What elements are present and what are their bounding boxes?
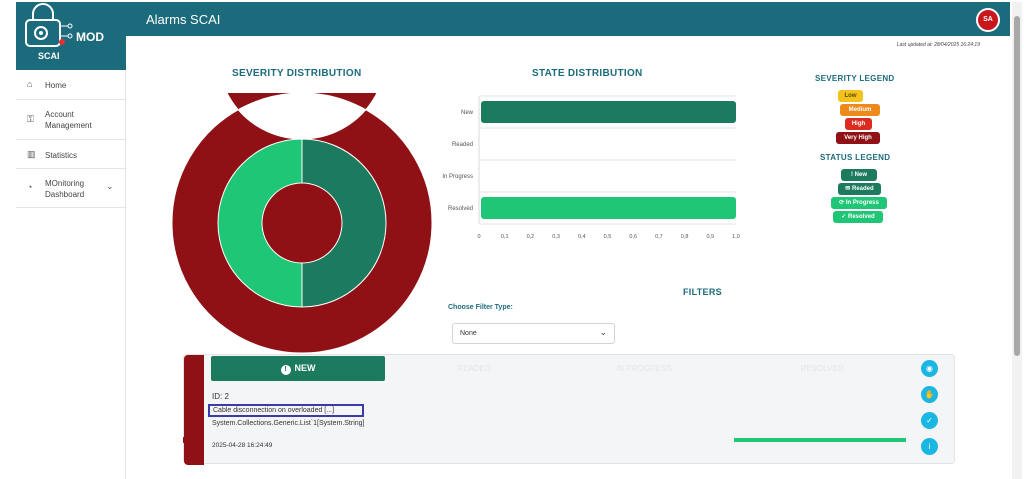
main-content: Last updated at: 28/04/2025 16:24:19 SEV…	[126, 36, 1010, 479]
chevron-down-icon[interactable]: ⌄	[106, 181, 114, 192]
monitor-icon: ◔	[27, 182, 33, 192]
severity-badge-high: High	[845, 118, 872, 130]
filter-type-label: Choose Filter Type:	[448, 304, 513, 311]
x-tick-label: 0	[477, 234, 480, 240]
logo-text: MOD	[76, 30, 104, 44]
home-icon: ⌂	[27, 79, 33, 89]
severity-badge-very-high: Very High	[836, 132, 880, 144]
alarm-timestamp: 2025-04-28 16:24:49	[212, 442, 273, 449]
alarm-description[interactable]: Cable disconnection on overloaded [...]	[208, 404, 364, 417]
x-tick-label: 1,0	[732, 234, 740, 240]
x-tick-label: 0,6	[629, 234, 637, 240]
sidebar-item-home[interactable]: ⌂ Home	[16, 70, 126, 100]
info-button[interactable]: i	[921, 438, 938, 455]
hand-icon: ✋	[924, 390, 935, 399]
status-badge-new: ! New	[841, 169, 877, 181]
sync-icon: ⟳	[839, 200, 846, 206]
app-logo[interactable]: MOD SCAI	[16, 2, 126, 70]
status-badge-resolved: ✓ Resolved	[833, 211, 883, 223]
next-card-tab	[734, 438, 906, 442]
alarm-detail: System.Collections.Generic.List`1[System…	[212, 420, 365, 427]
y-tick-label: New	[461, 110, 474, 116]
severity-badge-medium: Medium	[840, 104, 880, 116]
bar-chart-icon: ▥	[27, 149, 36, 159]
chevron-down-icon: ⌄	[599, 327, 607, 337]
status-badge-label: New	[854, 172, 867, 178]
bar-resolved[interactable]	[481, 197, 736, 219]
page-scrollbar[interactable]	[1012, 2, 1022, 479]
alarm-card[interactable]: ! NEW READED IN PROGRESS RESOLVED ID: 2 C…	[183, 354, 955, 465]
x-tick-label: 0,1	[501, 234, 509, 240]
next-card-stripe	[183, 437, 203, 443]
tab-readed[interactable]: READED	[399, 356, 549, 381]
envelope-open-icon: ✉	[845, 186, 852, 192]
severity-legend-title: SEVERITY LEGEND	[815, 74, 895, 83]
y-tick-label: Resolved	[448, 206, 473, 212]
lock-circuit-icon	[25, 3, 73, 47]
eye-icon: ◉	[926, 364, 933, 373]
sidebar: ⌂ Home ⚿ Account Management ▥ Statistics…	[16, 70, 126, 479]
severity-badge-low: Low	[838, 90, 863, 102]
avatar[interactable]: SA	[976, 8, 1000, 32]
sidebar-item-label: Account Management	[45, 110, 92, 130]
bar-new[interactable]	[481, 101, 736, 123]
status-legend-title: STATUS LEGEND	[820, 153, 891, 162]
x-tick-label: 0,7	[655, 234, 663, 240]
logo-subtext: SCAI	[38, 51, 60, 61]
scrollbar-thumb[interactable]	[1014, 16, 1020, 356]
sidebar-item-monitoring-dashboard[interactable]: ◔ MOnitoring Dashboard ⌄	[16, 169, 126, 208]
state-bar-chart: New Readed In Progress Resolved 0 0,1 0,2 0,3 0,…	[442, 95, 740, 240]
status-badge-label: Resolved	[848, 214, 875, 220]
top-header: Alarms SCAI SA	[126, 2, 1010, 36]
filters-title: FILTERS	[683, 287, 722, 297]
x-tick-label: 0,5	[604, 234, 612, 240]
tab-new[interactable]: ! NEW	[211, 356, 385, 381]
x-tick-label: 0,3	[552, 234, 560, 240]
sidebar-item-label: Home	[45, 81, 67, 90]
x-tick-label: 0,8	[681, 234, 689, 240]
x-tick-label: 0,2	[527, 234, 535, 240]
sidebar-item-label: MOnitoring Dashboard	[45, 179, 85, 199]
status-badge-label: Readed	[852, 186, 874, 192]
exclamation-icon: !	[280, 365, 291, 375]
view-button[interactable]: ◉	[921, 360, 938, 377]
check-circle-icon: ✓	[841, 214, 848, 220]
filter-type-select[interactable]: None ⌄	[452, 323, 615, 344]
check-icon: ✓	[926, 416, 933, 425]
sidebar-item-label: Statistics	[45, 151, 78, 160]
take-charge-button[interactable]: ✋	[921, 386, 938, 403]
x-tick-label: 0,4	[578, 234, 586, 240]
tab-in-progress[interactable]: IN PROGRESS	[564, 356, 724, 381]
tab-new-label: NEW	[294, 363, 316, 373]
tab-resolved[interactable]: RESOLVED	[742, 356, 902, 381]
severity-donut-chart	[172, 93, 432, 353]
resolve-button[interactable]: ✓	[921, 412, 938, 429]
x-tick-label: 0,9	[706, 234, 714, 240]
user-lock-icon: ⚿	[27, 114, 34, 124]
severity-stripe	[184, 355, 204, 465]
status-badge-readed: ✉ Readed	[838, 183, 881, 195]
y-tick-label: In Progress	[442, 174, 473, 180]
sidebar-item-statistics[interactable]: ▥ Statistics	[16, 140, 126, 169]
y-tick-label: Readed	[452, 142, 473, 148]
info-icon: i	[928, 442, 931, 451]
status-badge-label: In Progress	[845, 200, 879, 206]
status-badge-in-progress: ⟳ In Progress	[831, 197, 887, 209]
state-distribution-title: STATE DISTRIBUTION	[532, 68, 643, 79]
sidebar-item-account-management[interactable]: ⚿ Account Management	[16, 100, 126, 140]
last-updated-text: Last updated at: 28/04/2025 16:24:19	[896, 42, 980, 48]
page-title: Alarms SCAI	[146, 12, 221, 27]
filter-select-value: None	[460, 330, 477, 337]
app-frame: MOD SCAI ⌂ Home ⚿ Account Management ▥ S…	[0, 0, 1024, 479]
alarm-id: ID: 2	[212, 392, 229, 401]
severity-distribution-title: SEVERITY DISTRIBUTION	[232, 68, 362, 79]
